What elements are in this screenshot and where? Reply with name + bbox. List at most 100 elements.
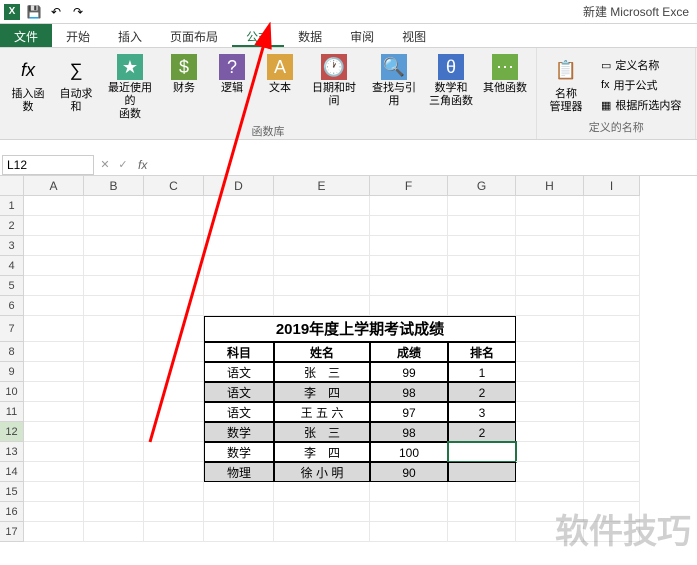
lookup-button[interactable]: 🔍 查找与引用 [366,52,422,110]
cell[interactable] [448,256,516,276]
cell[interactable] [204,196,274,216]
cell[interactable]: 99 [370,362,448,382]
cell[interactable] [370,482,448,502]
cell[interactable] [370,502,448,522]
cell[interactable]: 2019年度上学期考试成绩 [204,316,516,342]
cell[interactable] [584,316,640,342]
insert-function-button[interactable]: fx 插入函数 [6,52,50,116]
cell[interactable] [24,462,84,482]
cell[interactable] [204,482,274,502]
cell[interactable] [274,236,370,256]
cell[interactable] [370,216,448,236]
formula-bar[interactable] [153,155,697,175]
cell[interactable] [274,482,370,502]
col-header-H[interactable]: H [516,176,584,196]
define-name-button[interactable]: ▭定义名称 [597,56,685,74]
cell[interactable] [584,482,640,502]
cell[interactable] [448,196,516,216]
cell[interactable] [584,402,640,422]
math-button[interactable]: θ 数学和 三角函数 [426,52,476,110]
cell[interactable]: 李 四 [274,442,370,462]
cell[interactable] [84,502,144,522]
cell[interactable] [274,296,370,316]
cell[interactable] [144,462,204,482]
cell[interactable]: 数学 [204,442,274,462]
cell[interactable]: 语文 [204,382,274,402]
save-icon[interactable]: 💾 [26,4,42,20]
other-button[interactable]: ⋯ 其他函数 [480,52,530,97]
cell[interactable]: 王 五 六 [274,402,370,422]
cell[interactable] [144,402,204,422]
cell[interactable]: 徐 小 明 [274,462,370,482]
cell[interactable] [84,482,144,502]
logic-button[interactable]: ? 逻辑 [210,52,254,97]
cell[interactable]: 科目 [204,342,274,362]
cell[interactable] [24,522,84,542]
cell[interactable] [274,256,370,276]
cell[interactable] [516,276,584,296]
cell[interactable] [516,482,584,502]
redo-icon[interactable]: ↷ [70,4,86,20]
cell[interactable]: 98 [370,422,448,442]
row-header[interactable]: 9 [0,362,24,382]
cell[interactable]: 100 [370,442,448,462]
tab-formulas[interactable]: 公式 [232,24,284,47]
col-header-F[interactable]: F [370,176,448,196]
col-header-I[interactable]: I [584,176,640,196]
row-header[interactable]: 7 [0,316,24,342]
cell[interactable] [584,382,640,402]
cell[interactable] [274,502,370,522]
cell[interactable] [24,216,84,236]
cell[interactable] [24,422,84,442]
cell[interactable] [24,316,84,342]
cell[interactable] [24,502,84,522]
cell[interactable] [204,502,274,522]
cell[interactable] [144,196,204,216]
cell[interactable] [24,402,84,422]
tab-layout[interactable]: 页面布局 [156,24,232,47]
cell[interactable] [144,442,204,462]
cell[interactable] [516,296,584,316]
col-header-B[interactable]: B [84,176,144,196]
cell[interactable] [274,196,370,216]
cell[interactable] [24,382,84,402]
cell[interactable] [84,316,144,342]
cell[interactable] [84,422,144,442]
row-header[interactable]: 13 [0,442,24,462]
tab-view[interactable]: 视图 [388,24,440,47]
row-header[interactable]: 6 [0,296,24,316]
tab-review[interactable]: 审阅 [336,24,388,47]
use-formula-button[interactable]: fx用于公式 [597,76,685,94]
cell[interactable] [584,296,640,316]
cell[interactable]: 97 [370,402,448,422]
cell[interactable] [584,256,640,276]
cell[interactable] [516,422,584,442]
cell[interactable] [516,442,584,462]
undo-icon[interactable]: ↶ [48,4,64,20]
cell[interactable] [144,216,204,236]
tab-file[interactable]: 文件 [0,24,52,47]
recent-button[interactable]: ★ 最近使用的 函数 [102,52,158,123]
cell[interactable] [516,316,584,342]
cell[interactable] [516,196,584,216]
cell[interactable]: 3 [448,402,516,422]
cell[interactable] [84,342,144,362]
cell[interactable] [24,442,84,462]
cell[interactable] [84,236,144,256]
name-box[interactable] [2,155,94,175]
text-button[interactable]: A 文本 [258,52,302,97]
autosum-button[interactable]: ∑ 自动求和 [54,52,98,116]
cell[interactable]: 数学 [204,422,274,442]
cell[interactable] [448,522,516,542]
select-all-corner[interactable] [0,176,24,196]
row-header[interactable]: 10 [0,382,24,402]
tab-home[interactable]: 开始 [52,24,104,47]
tab-data[interactable]: 数据 [284,24,336,47]
fx-icon[interactable]: fx [132,158,153,172]
cell[interactable] [448,502,516,522]
cell[interactable] [144,362,204,382]
row-header[interactable]: 17 [0,522,24,542]
cell[interactable] [584,342,640,362]
cell[interactable]: 2 [448,382,516,402]
cell[interactable] [24,482,84,502]
